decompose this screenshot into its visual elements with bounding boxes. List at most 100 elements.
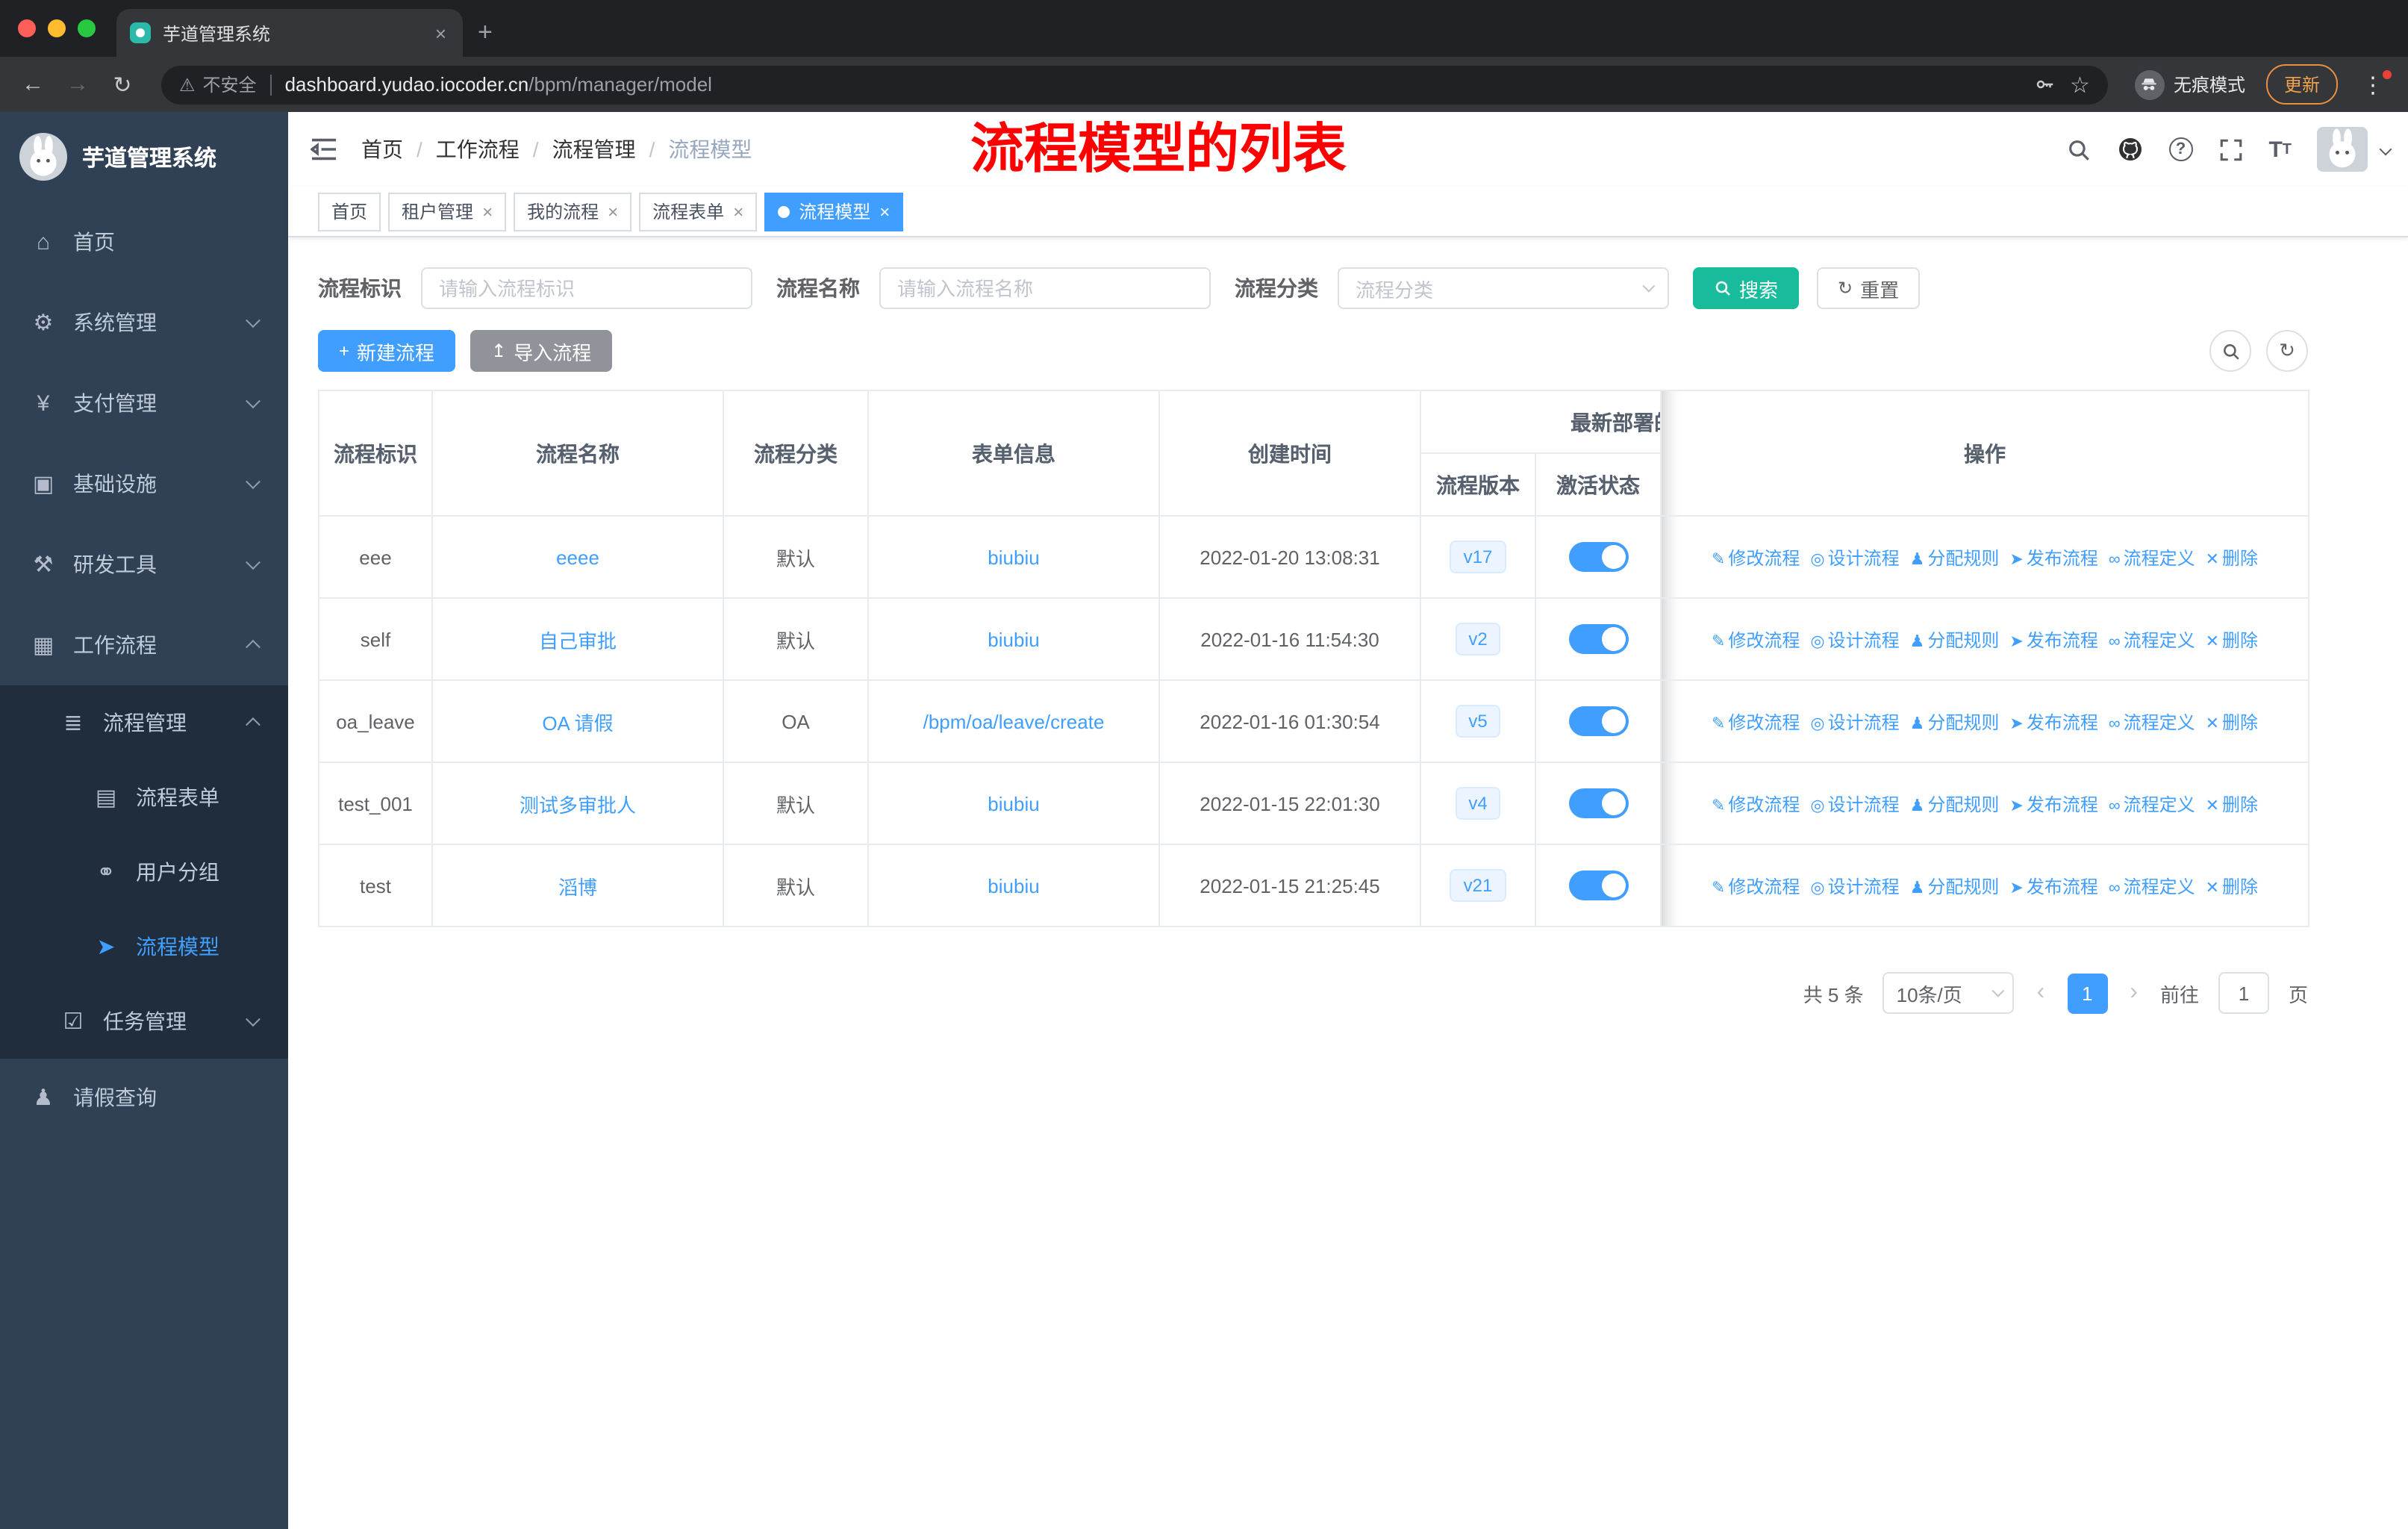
tag-process-model[interactable]: 流程模型 ×	[764, 192, 904, 231]
user-avatar[interactable]	[2317, 127, 2368, 172]
breadcrumb-process-management[interactable]: 流程管理	[552, 134, 636, 164]
form-info-link[interactable]: biubiu	[988, 546, 1039, 568]
form-info-link[interactable]: biubiu	[988, 792, 1039, 815]
tag-tenant[interactable]: 租户管理 ×	[388, 192, 507, 231]
delete-link[interactable]: ✕ 删除	[2206, 629, 2258, 650]
active-toggle[interactable]	[1568, 624, 1628, 654]
design-link[interactable]: ◎ 设计流程	[1810, 794, 1899, 815]
sidebar-item-payment[interactable]: ¥ 支付管理	[0, 363, 288, 443]
design-link[interactable]: ◎ 设计流程	[1810, 547, 1899, 568]
browser-tab[interactable]: 芋道管理系统 ×	[116, 9, 463, 57]
security-indicator[interactable]: ⚠ 不安全	[179, 72, 257, 97]
zoom-window-button[interactable]	[78, 19, 96, 37]
assign-rule-link[interactable]: ♟ 分配规则	[1910, 629, 2000, 650]
modify-link[interactable]: ✎ 修改流程	[1712, 876, 1800, 897]
show-search-button[interactable]	[2209, 330, 2251, 372]
definition-link[interactable]: ∞ 流程定义	[2109, 794, 2195, 815]
assign-rule-link[interactable]: ♟ 分配规则	[1910, 711, 2000, 732]
minimize-window-button[interactable]	[48, 19, 66, 37]
tag-my-process[interactable]: 我的流程 ×	[514, 192, 632, 231]
modify-link[interactable]: ✎ 修改流程	[1712, 711, 1800, 732]
back-icon[interactable]: ←	[15, 72, 51, 97]
fullscreen-icon[interactable]	[2218, 137, 2243, 162]
delete-link[interactable]: ✕ 删除	[2206, 876, 2258, 897]
tag-close-icon[interactable]: ×	[608, 201, 618, 222]
delete-link[interactable]: ✕ 删除	[2206, 711, 2258, 732]
process-name-link[interactable]: OA 请假	[542, 711, 613, 734]
sidebar-item-infrastructure[interactable]: ▣ 基础设施	[0, 443, 288, 524]
search-button[interactable]: 搜索	[1693, 267, 1800, 309]
process-name-link[interactable]: 自己审批	[539, 629, 617, 652]
tag-home[interactable]: 首页	[318, 192, 381, 231]
active-toggle[interactable]	[1568, 706, 1628, 736]
goto-page-input[interactable]	[2218, 972, 2269, 1014]
design-link[interactable]: ◎ 设计流程	[1810, 629, 1899, 650]
design-link[interactable]: ◎ 设计流程	[1810, 876, 1899, 897]
sidebar-item-process-model[interactable]: ➤ 流程模型	[0, 909, 288, 984]
assign-rule-link[interactable]: ♟ 分配规则	[1910, 794, 2000, 815]
sidebar-item-workflow[interactable]: ▦ 工作流程	[0, 605, 288, 685]
definition-link[interactable]: ∞ 流程定义	[2109, 547, 2195, 568]
browser-menu-icon[interactable]: ⋮	[2353, 69, 2393, 98]
assign-rule-link[interactable]: ♟ 分配规则	[1910, 547, 2000, 568]
collapse-sidebar-icon[interactable]	[311, 137, 337, 161]
publish-link[interactable]: ➤ 发布流程	[2009, 876, 2097, 897]
breadcrumb-workflow[interactable]: 工作流程	[436, 134, 520, 164]
modify-link[interactable]: ✎ 修改流程	[1712, 629, 1800, 650]
close-window-button[interactable]	[18, 19, 36, 37]
process-name-link[interactable]: 测试多审批人	[520, 794, 636, 816]
modify-link[interactable]: ✎ 修改流程	[1712, 794, 1800, 815]
modify-link[interactable]: ✎ 修改流程	[1712, 547, 1800, 568]
form-info-link[interactable]: biubiu	[988, 874, 1039, 897]
sidebar-item-system[interactable]: ⚙ 系统管理	[0, 282, 288, 363]
search-icon[interactable]	[2065, 137, 2091, 162]
password-key-icon[interactable]	[2033, 73, 2055, 96]
process-category-select[interactable]: 流程分类	[1338, 267, 1669, 309]
new-tab-button[interactable]: +	[478, 18, 493, 48]
delete-link[interactable]: ✕ 删除	[2206, 794, 2258, 815]
design-link[interactable]: ◎ 设计流程	[1810, 711, 1899, 732]
bookmark-star-icon[interactable]: ☆	[2070, 71, 2090, 98]
address-bar[interactable]: ⚠ 不安全 dashboard.yudao.iocoder.cn/bpm/man…	[161, 65, 2108, 104]
definition-link[interactable]: ∞ 流程定义	[2109, 629, 2195, 650]
tab-close-icon[interactable]: ×	[432, 22, 449, 44]
sidebar-item-task-management[interactable]: ☑ 任务管理	[0, 984, 288, 1059]
definition-link[interactable]: ∞ 流程定义	[2109, 876, 2195, 897]
refresh-table-button[interactable]: ↻	[2266, 330, 2308, 372]
sidebar-item-process-management[interactable]: ≣ 流程管理	[0, 685, 288, 760]
forward-icon[interactable]: →	[60, 72, 96, 97]
process-id-input[interactable]	[421, 267, 752, 309]
process-name-link[interactable]: 滔博	[558, 876, 597, 898]
assign-rule-link[interactable]: ♟ 分配规则	[1910, 876, 2000, 897]
reset-button[interactable]: ↻ 重置	[1817, 267, 1921, 309]
update-button[interactable]: 更新	[2265, 64, 2338, 105]
process-name-input[interactable]	[879, 267, 1211, 309]
definition-link[interactable]: ∞ 流程定义	[2109, 711, 2195, 732]
import-process-button[interactable]: ↥ 导入流程	[470, 330, 613, 372]
github-icon[interactable]	[2116, 136, 2143, 163]
publish-link[interactable]: ➤ 发布流程	[2009, 711, 2097, 732]
font-size-icon[interactable]: TT	[2268, 137, 2292, 162]
create-process-button[interactable]: + 新建流程	[318, 330, 456, 372]
tag-close-icon[interactable]: ×	[482, 201, 493, 222]
sidebar-item-process-form[interactable]: ▤ 流程表单	[0, 760, 288, 835]
publish-link[interactable]: ➤ 发布流程	[2009, 794, 2097, 815]
form-info-link[interactable]: biubiu	[988, 628, 1039, 650]
tag-close-icon[interactable]: ×	[879, 201, 890, 222]
page-number-button[interactable]: 1	[2067, 973, 2108, 1013]
sidebar-item-devtools[interactable]: ⚒ 研发工具	[0, 524, 288, 605]
tag-close-icon[interactable]: ×	[733, 201, 743, 222]
next-page-button[interactable]: ›	[2127, 980, 2141, 1006]
active-toggle[interactable]	[1568, 871, 1628, 900]
sidebar-item-leave-query[interactable]: ♟ 请假查询	[0, 1059, 288, 1136]
delete-link[interactable]: ✕ 删除	[2206, 547, 2258, 568]
form-info-link[interactable]: /bpm/oa/leave/create	[923, 710, 1105, 732]
tag-process-form[interactable]: 流程表单 ×	[639, 192, 758, 231]
publish-link[interactable]: ➤ 发布流程	[2009, 547, 2097, 568]
page-size-select[interactable]: 10条/页	[1883, 972, 2015, 1014]
sidebar-item-home[interactable]: ⌂ 首页	[0, 202, 288, 282]
process-name-link[interactable]: eeee	[556, 546, 599, 568]
active-toggle[interactable]	[1568, 542, 1628, 572]
publish-link[interactable]: ➤ 发布流程	[2009, 629, 2097, 650]
help-icon[interactable]: ?	[2168, 137, 2193, 161]
